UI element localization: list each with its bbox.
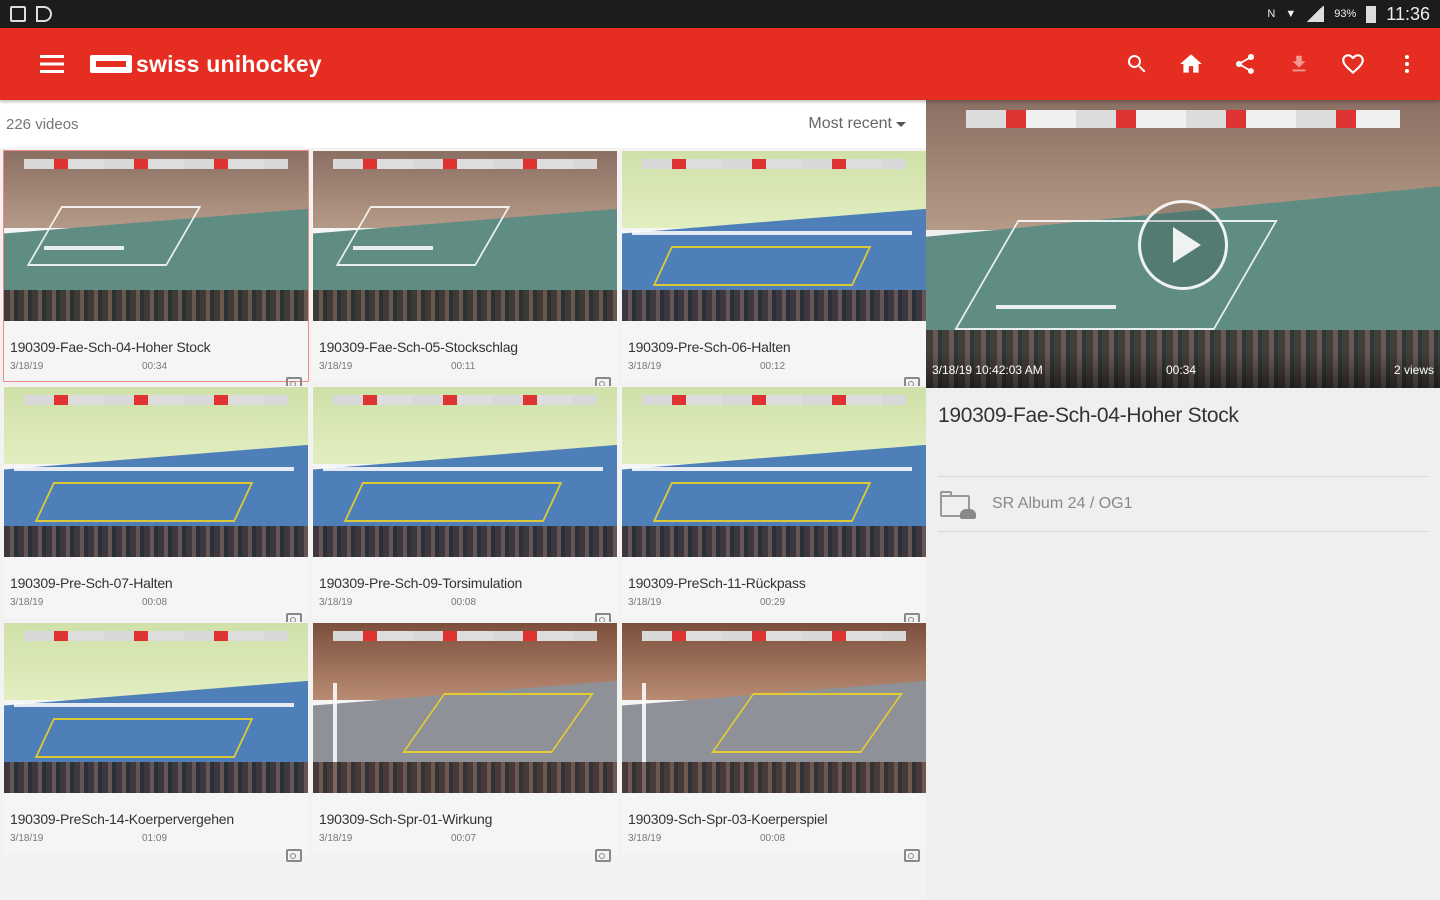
video-card-title: 190309-PreSch-11-Rückpass (628, 575, 806, 591)
share-button[interactable] (1218, 37, 1272, 91)
video-card-duration: 00:08 (760, 833, 786, 844)
video-grid: 190309-Fae-Sch-04-Hoher Stock 3/18/19 00:3… (0, 148, 926, 862)
play-button[interactable] (1138, 200, 1228, 290)
video-card[interactable]: 190309-Fae-Sch-05-Stockschlag 3/18/19 00:1… (312, 150, 618, 390)
video-card-title: 190309-Fae-Sch-04-Hoher Stock (10, 339, 211, 355)
video-detail-pane: 3/18/19 10:42:03 AM 00:34 2 views 190309… (926, 100, 1440, 900)
play-store-notification-icon (36, 6, 52, 22)
video-card-duration: 00:12 (760, 361, 786, 372)
video-card-title: 190309-Pre-Sch-09-Torsimulation (319, 575, 523, 591)
video-card-date: 3/18/19 (10, 361, 44, 372)
video-card-date: 3/18/19 (10, 597, 44, 608)
share-icon (1236, 54, 1254, 74)
heart-outline-icon (1342, 54, 1364, 75)
gallery-notification-icon (10, 6, 26, 22)
video-card-duration: 00:08 (142, 597, 168, 608)
video-card-date: 3/18/19 (628, 833, 662, 844)
video-card-date: 3/18/19 (319, 833, 353, 844)
album-link[interactable]: SR Album 24 / OG1 (926, 477, 1440, 531)
video-list-pane: 226 videos Most recent 190309-Fae-Sch-04… (0, 100, 926, 900)
hamburger-menu-icon (40, 55, 64, 73)
app-toolbar: swiss unihockey (0, 28, 1440, 100)
view-count: 2 views (1393, 363, 1434, 377)
video-card-title: 190309-Pre-Sch-06-Halten (628, 339, 791, 355)
video-card[interactable]: 190309-Pre-Sch-07-Halten 3/18/19 00:08 (3, 386, 309, 626)
favorite-button[interactable] (1326, 37, 1380, 91)
cast-icon[interactable] (286, 849, 302, 862)
video-card[interactable]: 190309-Fae-Sch-04-Hoher Stock 3/18/19 00:3… (3, 150, 309, 390)
video-card-date: 3/18/19 (628, 361, 662, 372)
dropdown-caret-icon (896, 121, 906, 127)
video-title: 190309-Fae-Sch-04-Hoher Stock (938, 404, 1239, 427)
video-card-date: 3/18/19 (319, 597, 353, 608)
video-card[interactable]: 190309-Sch-Spr-03-Koerperspiel 3/18/19 00:… (621, 622, 926, 862)
video-card-date: 3/18/19 (628, 597, 662, 608)
video-thumbnail (622, 623, 926, 793)
video-player[interactable]: 3/18/19 10:42:03 AM 00:34 2 views (926, 100, 1440, 388)
search-icon (1127, 55, 1146, 73)
video-timestamp: 3/18/19 10:42:03 AM (932, 363, 1043, 377)
toolbar-actions (1110, 37, 1440, 91)
video-card-title: 190309-PreSch-14-Koerpervergehen (10, 811, 234, 827)
video-card-duration: 00:08 (451, 597, 477, 608)
video-card-duration: 00:29 (760, 597, 786, 608)
nfc-icon: N (1267, 8, 1276, 20)
cast-icon[interactable] (904, 849, 920, 862)
video-thumbnail (313, 151, 617, 321)
video-thumbnail (313, 387, 617, 557)
brand-name: swiss unihockey (136, 50, 322, 77)
wifi-icon: ▼ (1285, 8, 1297, 20)
more-vertical-icon (1405, 55, 1409, 73)
sort-dropdown[interactable]: Most recent (808, 115, 906, 133)
overflow-menu-button[interactable] (1380, 37, 1434, 91)
video-card-date: 3/18/19 (319, 361, 353, 372)
search-button[interactable] (1110, 37, 1164, 91)
video-thumbnail (622, 387, 926, 557)
video-card-duration: 00:07 (451, 833, 477, 844)
cloud-folder-icon (940, 491, 976, 519)
video-card[interactable]: 190309-PreSch-11-Rückpass 3/18/19 00:29 (621, 386, 926, 626)
video-card-title: 190309-Pre-Sch-07-Halten (10, 575, 173, 591)
video-card-title: 190309-Fae-Sch-05-Stockschlag (319, 339, 518, 355)
player-info-bar: 3/18/19 10:42:03 AM 00:34 2 views (926, 352, 1440, 388)
status-bar: N ▼ 93% 11:36 (0, 0, 1440, 28)
home-icon (1180, 54, 1202, 73)
divider (938, 531, 1428, 532)
video-duration: 00:34 (1166, 363, 1197, 377)
video-card[interactable]: 190309-PreSch-14-Koerpervergehen 3/18/19 0… (3, 622, 309, 862)
video-thumbnail (4, 387, 308, 557)
menu-button[interactable] (22, 34, 82, 94)
list-header: 226 videos Most recent (0, 100, 926, 148)
video-card-duration: 01:09 (142, 833, 168, 844)
video-thumbnail (622, 151, 926, 321)
brand-logo: swiss unihockey (90, 51, 322, 78)
video-thumbnail (4, 151, 308, 321)
clock: 11:36 (1386, 3, 1430, 24)
video-count: 226 videos (6, 115, 79, 133)
signal-icon (1306, 6, 1325, 22)
video-card-title: 190309-Sch-Spr-03-Koerperspiel (628, 811, 828, 827)
battery-percent: 93% (1334, 8, 1357, 20)
logo-mark (90, 55, 132, 73)
download-button[interactable] (1272, 37, 1326, 91)
battery-icon (1366, 5, 1377, 23)
album-name: SR Album 24 / OG1 (992, 495, 1133, 512)
video-card-title: 190309-Sch-Spr-01-Wirkung (319, 811, 493, 827)
home-button[interactable] (1164, 37, 1218, 91)
cast-icon[interactable] (595, 849, 611, 862)
video-card[interactable]: 190309-Sch-Spr-01-Wirkung 3/18/19 00:07 (312, 622, 618, 862)
download-icon (1292, 55, 1306, 72)
video-card[interactable]: 190309-Pre-Sch-06-Halten 3/18/19 00:12 (621, 150, 926, 390)
sort-label: Most recent (808, 115, 892, 132)
video-thumbnail (4, 623, 308, 793)
video-card-duration: 00:34 (142, 361, 168, 372)
video-card[interactable]: 190309-Pre-Sch-09-Torsimulation 3/18/19 00… (312, 386, 618, 626)
video-thumbnail (313, 623, 617, 793)
video-card-date: 3/18/19 (10, 833, 44, 844)
video-card-duration: 00:11 (451, 361, 476, 372)
play-icon (1173, 227, 1201, 263)
